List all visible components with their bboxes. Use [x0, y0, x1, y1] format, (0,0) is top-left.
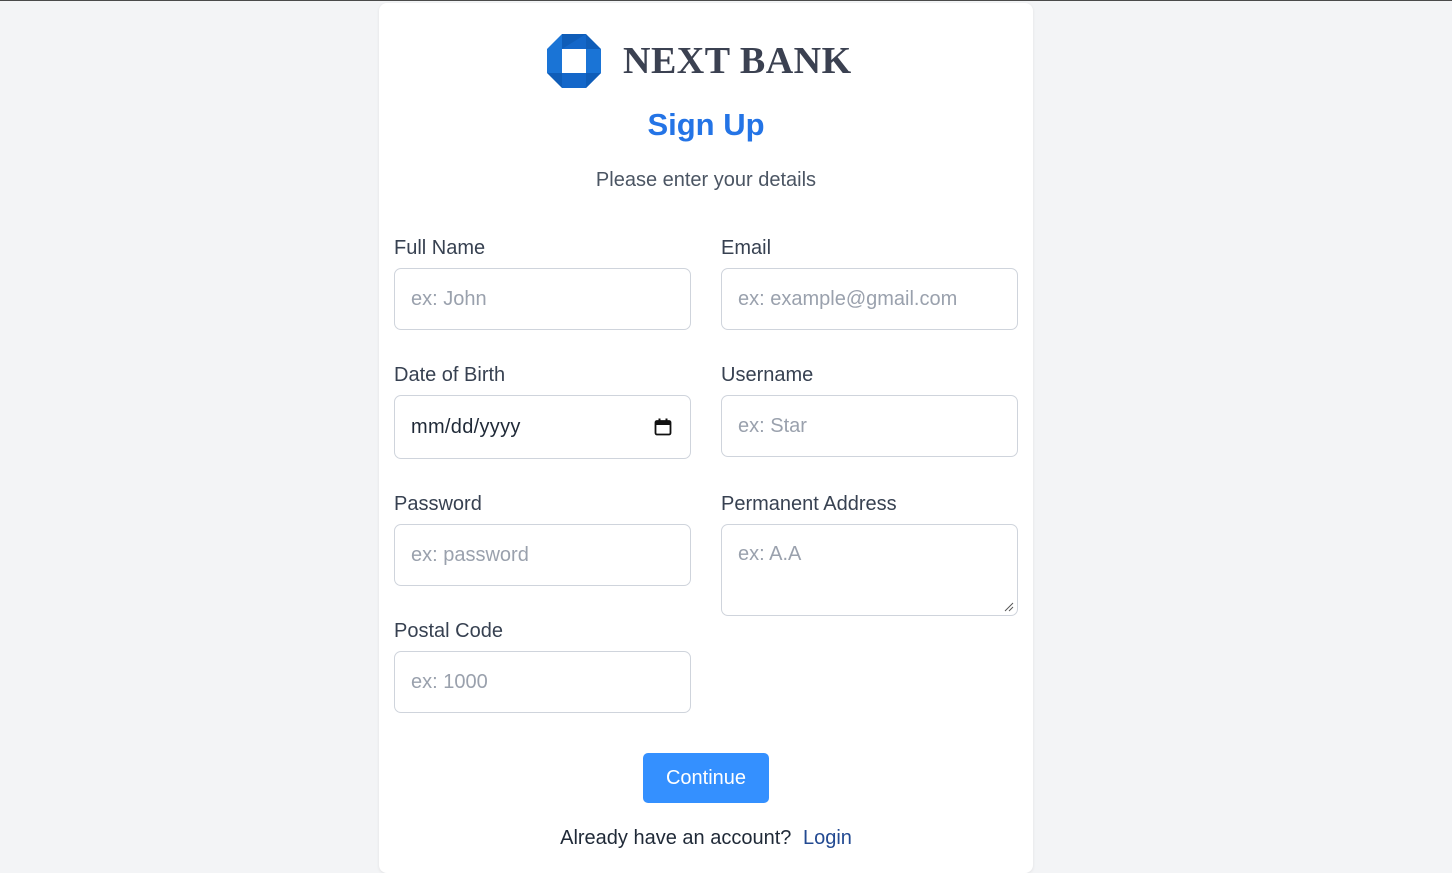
octagon-logo-icon — [547, 34, 601, 88]
postal-code-placeholder: ex: 1000 — [411, 670, 488, 693]
page-title: Sign Up — [647, 107, 765, 142]
username-placeholder: ex: Star — [738, 414, 807, 437]
email-placeholder: ex: example@gmail.com — [738, 287, 958, 310]
password-label: Password — [394, 493, 482, 515]
full-name-placeholder: ex: John — [411, 287, 487, 310]
postal-code-label: Postal Code — [394, 620, 503, 642]
signup-card: NEXT BANK Sign Up Please enter your deta… — [379, 3, 1033, 873]
email-label: Email — [721, 237, 772, 259]
full-name-input[interactable]: ex: John — [394, 268, 691, 330]
postal-code-input[interactable]: ex: 1000 — [394, 651, 691, 713]
dob-value: mm/dd/yyyy — [411, 415, 521, 438]
address-placeholder: ex: A.A — [738, 543, 802, 565]
brand-name: NEXT BANK — [623, 40, 852, 82]
login-link[interactable]: Login — [803, 827, 852, 849]
dob-input[interactable]: mm/dd/yyyy — [394, 395, 691, 459]
username-input[interactable]: ex: Star — [721, 395, 1018, 457]
address-label: Permanent Address — [721, 493, 897, 515]
calendar-icon[interactable] — [654, 418, 672, 436]
top-border — [0, 0, 1452, 1]
login-prompt-text: Already have an account? — [560, 827, 792, 849]
email-input[interactable]: ex: example@gmail.com — [721, 268, 1018, 330]
brand-header: NEXT BANK — [547, 33, 852, 89]
address-textarea[interactable]: ex: A.A — [721, 524, 1018, 616]
resize-handle-icon[interactable] — [1004, 602, 1014, 612]
password-input[interactable]: ex: password — [394, 524, 691, 586]
username-label: Username — [721, 364, 814, 386]
password-placeholder: ex: password — [411, 543, 529, 566]
dob-label: Date of Birth — [394, 364, 506, 386]
page-subtitle: Please enter your details — [595, 169, 817, 191]
continue-button[interactable]: Continue — [643, 753, 769, 803]
login-prompt: Already have an account? Login — [379, 825, 1033, 851]
full-name-label: Full Name — [394, 237, 486, 259]
